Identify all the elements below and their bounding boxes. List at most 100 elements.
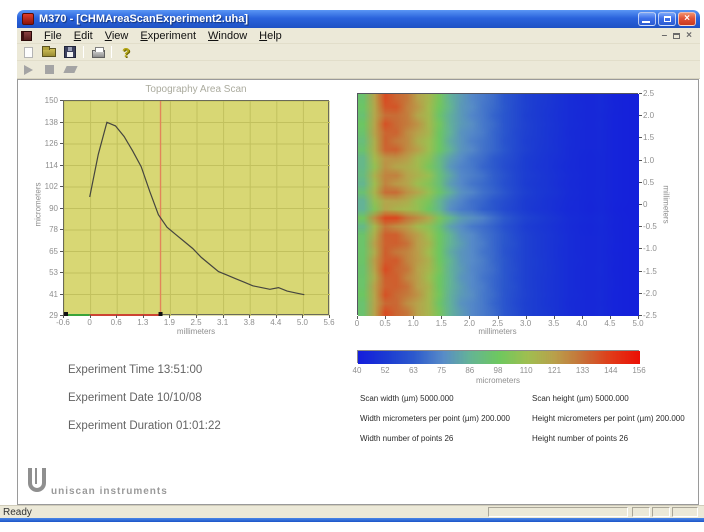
experiment-toolbar [17,61,700,79]
restore-icon [664,16,671,22]
x-tick-mark [329,315,330,318]
x-tick-label: 0 [78,318,102,327]
toolbar-separator [111,46,112,58]
heatmap-y-tick-label: -2.0 [643,289,667,298]
scan-parameter: Width micrometers per point (µm) 200.000 [360,414,530,423]
mdi-minimize-button[interactable]: – [662,30,668,41]
x-tick-mark [302,315,303,318]
area-scan-heatmap[interactable] [357,93,638,315]
menu-view[interactable]: View [99,29,135,43]
experiment-date: Experiment Date 10/10/08 [68,392,202,404]
menu-bar: FileEditViewExperimentWindowHelp – × [17,28,700,44]
x-tick-label: 2.5 [184,318,208,327]
heatmap-x-tick-mark [638,316,639,319]
scan-parameter: Width number of points 26 [360,434,530,443]
scan-parameter: Scan width (µm) 5000.000 [360,394,530,403]
heatmap-y-tick-mark [639,182,642,183]
heatmap-y-tick-mark [639,137,642,138]
colorbar-tick-label: 63 [401,366,425,375]
heatmap-y-tick-label: 2.0 [643,111,667,120]
run-experiment-button[interactable] [18,62,38,77]
y-tick-mark [60,100,63,101]
y-tick-label: 29 [30,311,58,320]
mdi-close-button[interactable]: × [686,30,692,41]
heatmap-y-tick-mark [639,115,642,116]
open-button[interactable] [39,45,59,60]
x-tick-mark [169,315,170,318]
mdi-restore-button[interactable] [673,33,680,39]
menu-edit[interactable]: Edit [68,29,99,43]
menu-experiment[interactable]: Experiment [134,29,202,43]
colorbar-tick-label: 40 [345,366,369,375]
colorbar-tick-label: 133 [571,366,595,375]
stop-experiment-button[interactable] [39,62,59,77]
colorbar-tick-label: 144 [599,366,623,375]
new-button[interactable] [18,45,38,60]
x-tick-label: 4.4 [264,318,288,327]
status-panel [488,507,628,517]
heatmap-x-tick-mark [498,316,499,319]
colorbar-tick-label: 52 [373,366,397,375]
menu-window[interactable]: Window [202,29,253,43]
topography-line-chart[interactable] [63,100,329,315]
y-tick-mark [60,229,63,230]
x-tick-mark [276,315,277,318]
x-tick-label: 5.0 [290,318,314,327]
y-tick-label: 53 [30,268,58,277]
window-controls: × [638,12,696,26]
menu-help[interactable]: Help [253,29,288,43]
status-panel [652,507,670,517]
heatmap-y-tick-mark [639,315,642,316]
heatmap-x-tick-mark [441,316,442,319]
x-tick-mark [143,315,144,318]
save-button[interactable] [60,45,80,60]
heatmap-y-tick-mark [639,293,642,294]
line-chart-canvas [64,101,330,316]
x-tick-mark [196,315,197,318]
scan-parameter: Height micrometers per point (µm) 200.00… [532,414,702,423]
heatmap-y-tick-mark [639,226,642,227]
application-window: M370 - [CHMAreaScanExperiment2.uha] × Fi… [0,0,704,532]
print-button[interactable] [88,45,108,60]
heatmap-y-tick-mark [639,271,642,272]
heatmap-y-tick-label: 1.0 [643,156,667,165]
heatmap-xlabel: millimeters [357,327,638,336]
status-panel [632,507,650,517]
scan-parameter: Height number of points 26 [532,434,702,443]
help-icon: ? [122,45,130,60]
status-bar: Ready [0,505,704,518]
toolbar-separator [83,46,84,58]
heatmap-y-tick-mark [639,160,642,161]
heatmap-y-tick-label: 2.5 [643,89,667,98]
colorbar-tick-label: 75 [430,366,454,375]
y-tick-mark [60,251,63,252]
heatmap-x-tick-mark [469,316,470,319]
heatmap-x-tick-mark [582,316,583,319]
logo-text: uniscan instruments [51,486,168,497]
heatmap-y-tick-label: -2.5 [643,311,667,320]
y-tick-label: 138 [30,118,58,127]
y-tick-label: 78 [30,225,58,234]
close-button[interactable]: × [678,12,696,26]
heatmap-x-tick-mark [357,316,358,319]
restore-button[interactable] [658,12,676,26]
heatmap-y-tick-label: -1.5 [643,267,667,276]
menu-file[interactable]: File [38,29,68,43]
menu-items: FileEditViewExperimentWindowHelp [38,30,288,42]
x-tick-label: 1.3 [131,318,155,327]
minimize-button[interactable] [638,12,656,26]
y-tick-label: 150 [30,96,58,105]
x-tick-mark [223,315,224,318]
main-toolbar: ? [17,44,700,61]
play-icon [24,65,33,75]
y-tick-label: 126 [30,139,58,148]
heatmap-x-tick-mark [526,316,527,319]
y-tick-mark [60,165,63,166]
uniscan-logo-inner [33,468,37,484]
clear-button[interactable] [60,62,80,77]
heatmap-y-tick-mark [639,93,642,94]
help-button[interactable]: ? [116,45,136,60]
title-bar: M370 - [CHMAreaScanExperiment2.uha] × [17,10,700,28]
save-floppy-icon [64,46,76,58]
x-tick-label: 3.1 [211,318,235,327]
